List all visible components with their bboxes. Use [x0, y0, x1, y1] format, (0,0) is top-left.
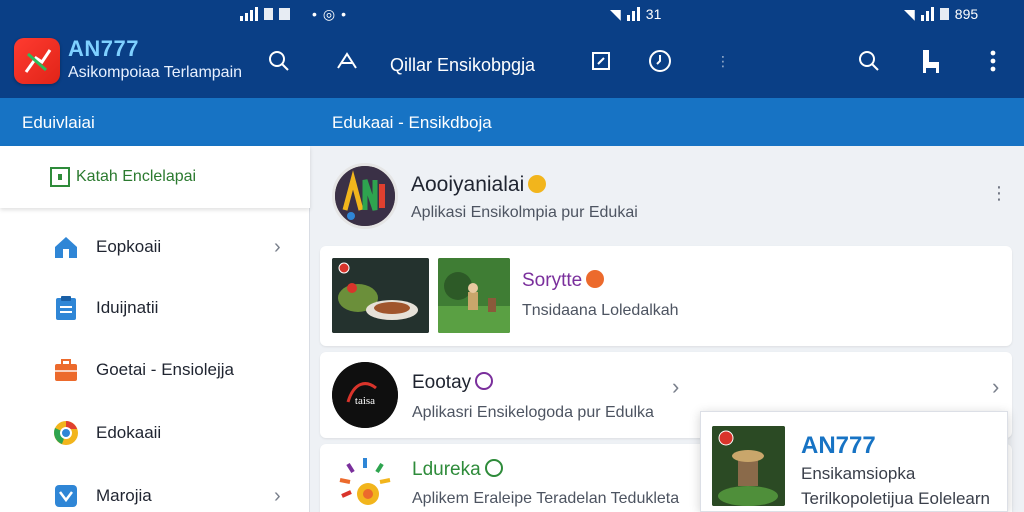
- arrow-up-icon[interactable]: [334, 48, 360, 74]
- sidebar-item-5[interactable]: Marojia ›: [0, 465, 310, 512]
- status-center-time: 31: [645, 6, 662, 22]
- post-title-1: Eootay: [412, 372, 494, 394]
- verified-badge-icon: [484, 459, 503, 477]
- app-logo[interactable]: [14, 38, 60, 84]
- separator-icon: ⋮: [716, 52, 730, 69]
- checkbox-icon: [50, 167, 70, 187]
- popup-line-1: Ensikamsiopka: [801, 464, 916, 483]
- story-thumbnail-2[interactable]: [438, 258, 510, 333]
- logo-figure-icon: [24, 49, 52, 73]
- wifi-icon: ◥: [610, 5, 621, 22]
- edit-icon[interactable]: [588, 48, 614, 74]
- status-right-time: 895: [954, 6, 979, 22]
- story-title: Sorytte: [522, 270, 605, 292]
- post-avatar-1[interactable]: taisa: [332, 362, 398, 428]
- post-title-text: Eootay: [412, 372, 472, 393]
- profile-description: Aplikasi Ensikolmpia pur Edukai: [411, 204, 638, 221]
- popup-image: [712, 426, 785, 506]
- section-title: Eduivlaiai: [22, 113, 95, 132]
- signal-icon: [626, 7, 640, 21]
- chevron-right-icon[interactable]: ›: [672, 374, 679, 400]
- dot-icon: •: [312, 6, 317, 22]
- battery-icon: [279, 8, 290, 20]
- sidebar: Katah Enclelapai Eopkoaii › Iduijnatii G…: [0, 146, 310, 512]
- clock-icon[interactable]: [647, 48, 673, 74]
- post-title-text: Ldureka: [412, 459, 481, 480]
- profile-art-icon: [335, 166, 395, 226]
- more-vert-icon[interactable]: ⋮: [990, 184, 1008, 202]
- wifi-icon: ◥: [904, 5, 915, 22]
- garden-image: [438, 258, 510, 333]
- sidebar-item-label: Marojia: [96, 486, 152, 505]
- popup-line-2: Terilkopoletijua Eolelearn: [801, 489, 991, 508]
- more-vert-icon[interactable]: [980, 48, 1006, 74]
- search-icon[interactable]: [856, 48, 882, 74]
- battery-icon: [939, 8, 949, 20]
- dot-icon: •: [341, 6, 347, 22]
- brand-subtitle: Asikompoiaa Terlampain: [68, 64, 243, 81]
- alarm-icon: ◎: [322, 5, 336, 22]
- sidebar-item-2[interactable]: Iduijnatii: [0, 277, 310, 339]
- sidebar-item-label: Edokaaii: [96, 423, 162, 442]
- status-bar-right: ◥ 895: [904, 0, 978, 28]
- story-description: Tnsidaana Loledalkah: [522, 302, 679, 319]
- sidebar-item-3[interactable]: Goetai - Ensiolejja: [0, 339, 310, 401]
- app-title: Qillar Ensikobpgja: [390, 55, 536, 75]
- story-title-text: Sorytte: [522, 270, 583, 291]
- chrome-icon: [54, 421, 78, 445]
- post-avatar-text: taisa: [355, 395, 375, 407]
- post-description-2: Aplikem Eraleipe Teradelan Tedukleta: [412, 490, 680, 507]
- verified-badge-icon: [475, 372, 494, 390]
- popup-title: AN777: [801, 432, 876, 459]
- popup-thumbnail[interactable]: [712, 426, 785, 506]
- briefcase-icon: [55, 359, 77, 381]
- sidebar-item-4[interactable]: Edokaaii: [0, 402, 310, 464]
- sub-header: Eduivlaiai Edukaai - Ensikdboja: [0, 98, 1024, 146]
- search-icon[interactable]: [266, 48, 292, 74]
- clipboard-icon: [56, 296, 76, 320]
- brand-title: AN777: [68, 36, 139, 61]
- sunburst-logo-icon: [335, 455, 395, 512]
- food-image: [332, 258, 429, 333]
- app-popup-card[interactable]: AN777 Ensikamsiopka Terilkopoletijua Eol…: [700, 411, 1008, 512]
- post-avatar-2[interactable]: [332, 452, 398, 512]
- story-thumbnail-1[interactable]: [332, 258, 429, 333]
- profile-name-text: Aooiyanialai: [411, 173, 525, 196]
- sim-icon: [264, 8, 273, 20]
- chair-icon[interactable]: [918, 48, 944, 74]
- post-logo-icon: taisa: [332, 362, 398, 428]
- story-card[interactable]: Sorytte Tnsidaana Loledalkah: [320, 246, 1012, 346]
- post-title-2: Ldureka: [412, 459, 503, 481]
- sidebar-head-item[interactable]: Katah Enclelapai: [0, 146, 310, 208]
- signal-icon: [920, 7, 934, 21]
- chevron-right-icon: ›: [274, 235, 281, 258]
- status-bar-center: ◥ 31: [610, 0, 661, 28]
- sidebar-item-label: Goetai - Ensiolejja: [96, 360, 234, 379]
- sidebar-item-1[interactable]: Eopkoaii ›: [0, 216, 310, 278]
- status-bar-left-extra: • ◎ •: [312, 0, 346, 28]
- verified-badge-icon: [586, 270, 605, 288]
- chevron-right-icon[interactable]: ›: [992, 374, 999, 400]
- sidebar-item-label: Eopkoaii: [96, 237, 162, 256]
- profile-name: Aooiyanialai: [411, 173, 547, 197]
- post-description-1: Aplikasri Ensikelogoda pur Edulka: [412, 404, 654, 421]
- chevron-right-icon: ›: [274, 484, 281, 507]
- profile-avatar[interactable]: [332, 163, 398, 229]
- verified-badge-icon: [528, 175, 547, 193]
- breadcrumb: Edukaai - Ensikdboja: [332, 113, 492, 132]
- app-bar: • ◎ • ◥ 31 ◥ 895 AN777 Asikompoiaa Terla…: [0, 0, 1024, 98]
- status-bar-left: [240, 0, 290, 28]
- shopping-bag-icon: [55, 485, 77, 507]
- sidebar-head-label: Katah Enclelapai: [76, 168, 197, 185]
- signal-icon: [240, 7, 258, 21]
- home-icon: [55, 237, 77, 258]
- sidebar-item-label: Iduijnatii: [96, 298, 159, 317]
